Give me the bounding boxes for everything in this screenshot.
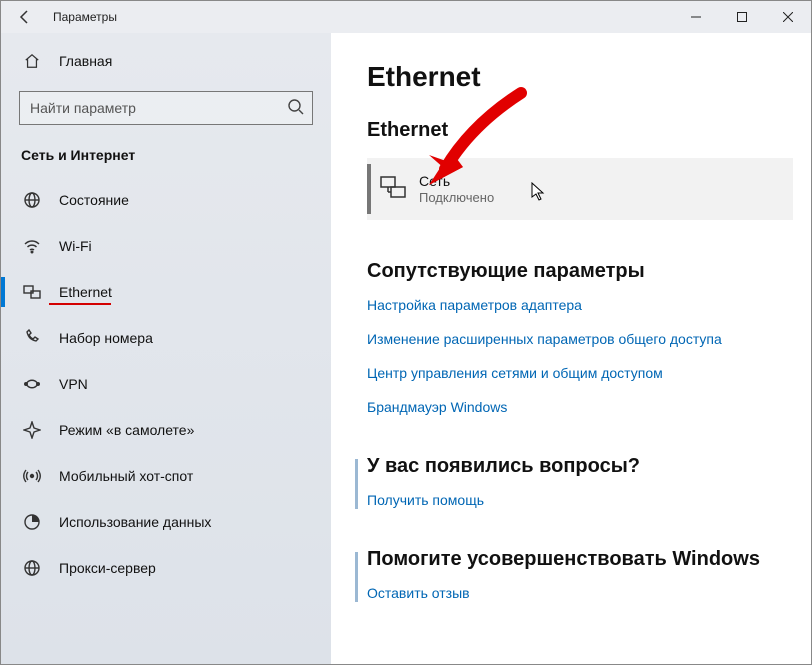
nav-label: Использование данных: [59, 514, 211, 530]
nav-label: Мобильный хот-спот: [59, 468, 193, 484]
nav-proxy[interactable]: Прокси-сервер: [1, 545, 331, 591]
link-adapter-options[interactable]: Настройка параметров адаптера: [367, 297, 799, 313]
nav-label: Ethernet: [59, 284, 112, 300]
nav-label: Набор номера: [59, 330, 153, 346]
maximize-button[interactable]: [719, 1, 765, 33]
nav-label: Wi-Fi: [59, 238, 92, 254]
airplane-icon: [23, 421, 41, 439]
wifi-icon: [23, 237, 41, 255]
globe-icon: [23, 191, 41, 209]
nav-hotspot[interactable]: Мобильный хот-спот: [1, 453, 331, 499]
minimize-button[interactable]: [673, 1, 719, 33]
nav-label: Прокси-сервер: [59, 560, 156, 576]
home-icon: [23, 53, 41, 69]
proxy-icon: [23, 559, 41, 577]
network-icon: [379, 173, 407, 206]
link-get-help[interactable]: Получить помощь: [367, 492, 799, 508]
sidebar-section-title: Сеть и Интернет: [1, 139, 331, 177]
network-card[interactable]: Сеть Подключено: [367, 158, 793, 220]
nav-datausage[interactable]: Использование данных: [1, 499, 331, 545]
related-settings-title: Сопутствующие параметры: [367, 260, 799, 283]
close-button[interactable]: [765, 1, 811, 33]
nav-airplane[interactable]: Режим «в самолете»: [1, 407, 331, 453]
link-network-center[interactable]: Центр управления сетями и общим доступом: [367, 365, 799, 381]
main-panel: Ethernet Ethernet Сеть Подключено Сопутс…: [331, 33, 811, 664]
data-usage-icon: [23, 513, 41, 531]
link-advanced-sharing[interactable]: Изменение расширенных параметров общего …: [367, 331, 799, 347]
window-title: Параметры: [49, 10, 117, 24]
phone-icon: [23, 329, 41, 347]
nav-dialup[interactable]: Набор номера: [1, 315, 331, 361]
nav-label: Состояние: [59, 192, 129, 208]
search-icon: [287, 98, 305, 116]
nav-label: VPN: [59, 376, 88, 392]
nav-ethernet[interactable]: Ethernet: [1, 269, 331, 315]
back-button[interactable]: [1, 1, 49, 33]
network-status: Подключено: [419, 190, 494, 205]
cursor-icon: [531, 182, 547, 207]
help-title: У вас появились вопросы?: [367, 455, 799, 478]
home-nav[interactable]: Главная: [1, 41, 331, 81]
network-name: Сеть: [419, 173, 494, 190]
annotation-underline: [49, 303, 111, 305]
window-controls: [673, 1, 811, 33]
page-subtitle: Ethernet: [367, 119, 799, 142]
link-feedback[interactable]: Оставить отзыв: [367, 585, 799, 601]
page-title: Ethernet: [367, 61, 799, 93]
nav-label: Режим «в самолете»: [59, 422, 194, 438]
home-label: Главная: [59, 53, 112, 69]
nav-vpn[interactable]: VPN: [1, 361, 331, 407]
vpn-icon: [23, 375, 41, 393]
hotspot-icon: [23, 467, 41, 485]
nav-wifi[interactable]: Wi-Fi: [1, 223, 331, 269]
link-windows-firewall[interactable]: Брандмауэр Windows: [367, 399, 799, 415]
sidebar: Главная Сеть и Интернет Состояние Wi-Fi …: [1, 33, 331, 664]
feedback-title: Помогите усовершенствовать Windows: [367, 548, 799, 571]
search-input[interactable]: [19, 91, 313, 125]
nav-status[interactable]: Состояние: [1, 177, 331, 223]
ethernet-icon: [23, 283, 41, 301]
title-bar: Параметры: [1, 1, 811, 33]
